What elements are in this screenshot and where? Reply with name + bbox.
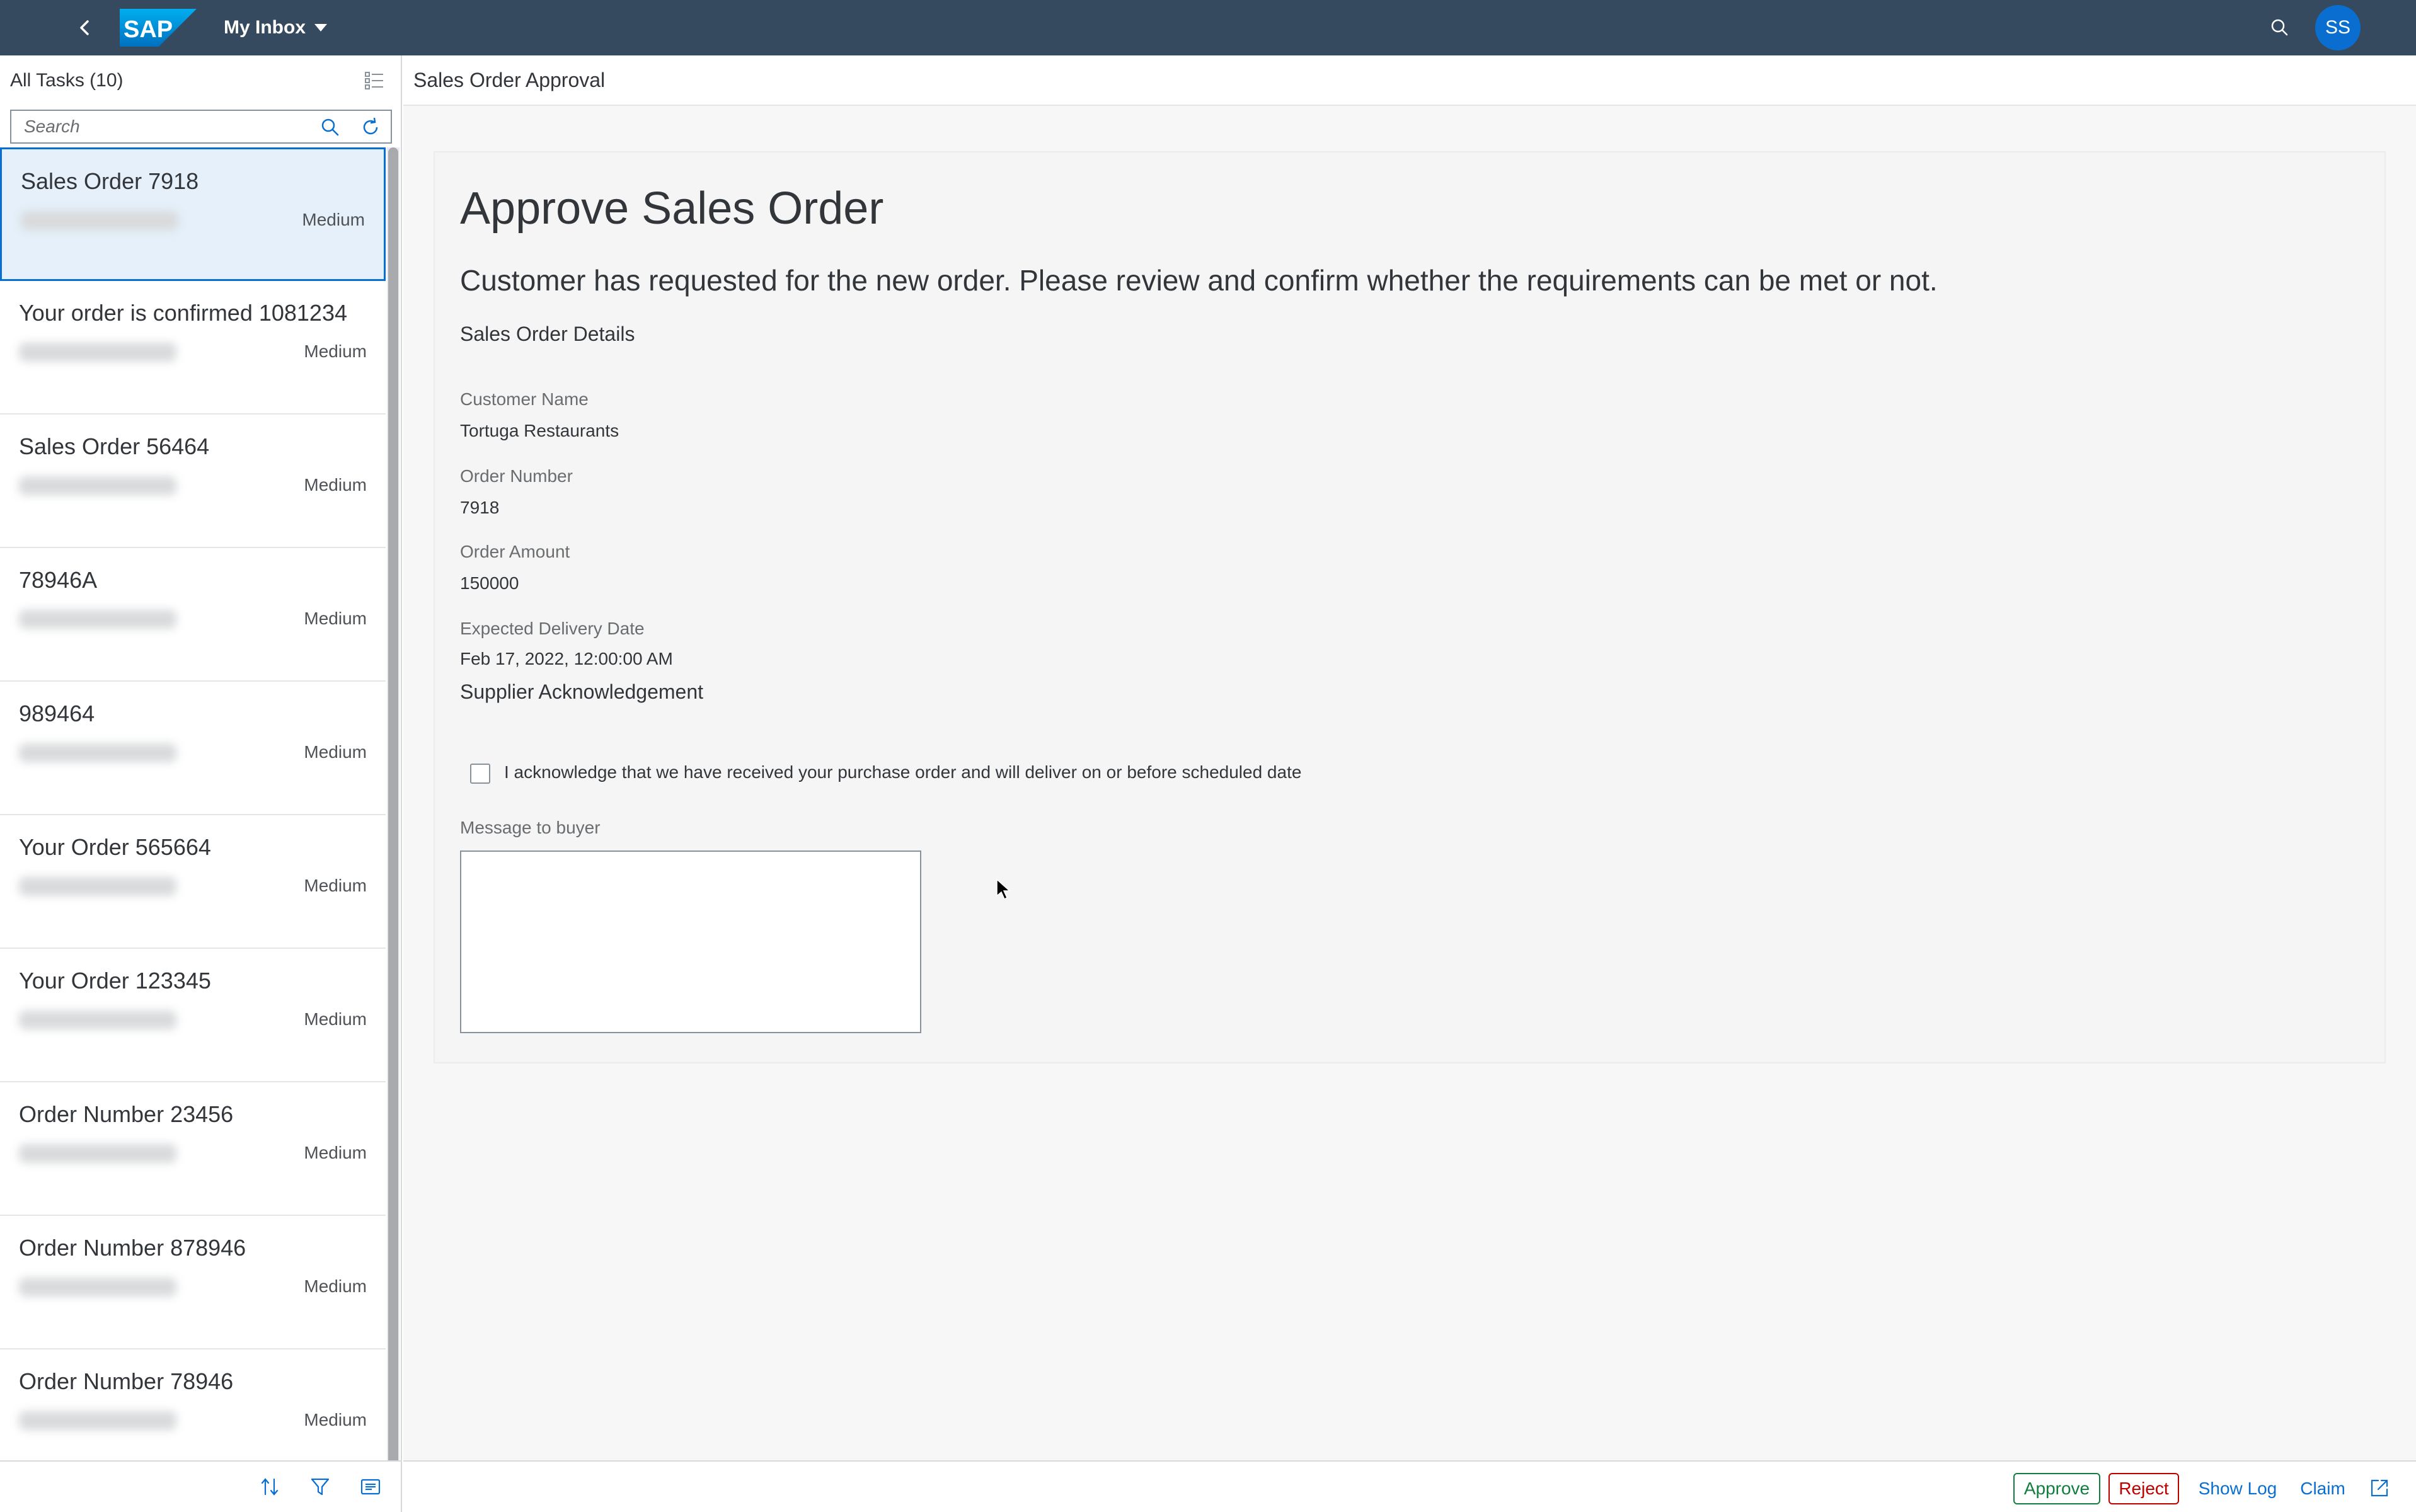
task-item[interactable]: Your order is confirmed 1081234 Medium — [0, 281, 386, 415]
back-arrow-icon[interactable] — [71, 14, 98, 42]
sap-logo-text: SAP — [124, 16, 173, 43]
open-in-new-window-icon[interactable] — [2366, 1474, 2393, 1502]
task-priority: Medium — [304, 876, 367, 895]
user-avatar[interactable]: SS — [2315, 5, 2361, 50]
task-title: Order Number 23456 — [19, 1101, 234, 1127]
task-priority: Medium — [304, 609, 367, 628]
task-subtitle-blurred — [19, 877, 176, 896]
field-value-delivery-date: Feb 17, 2022, 12:00:00 AM — [460, 649, 673, 668]
scrollbar-thumb[interactable] — [388, 147, 398, 1496]
search-icon[interactable] — [2266, 14, 2294, 42]
task-subtitle-blurred — [21, 211, 178, 230]
task-item[interactable]: 989464 Medium — [0, 682, 386, 815]
task-item[interactable]: Order Number 23456 Medium — [0, 1082, 386, 1216]
task-subtitle-blurred — [19, 343, 176, 362]
acknowledge-label[interactable]: I acknowledge that we have received your… — [504, 762, 1301, 782]
task-detail-panel: Sales Order Approval Approve Sales Order… — [403, 55, 2416, 1512]
task-subtitle-blurred — [19, 1011, 176, 1029]
reject-button[interactable]: Reject — [2108, 1473, 2179, 1504]
task-list-header: All Tasks (10) — [0, 55, 401, 106]
section-title-details: Sales Order Details — [460, 323, 635, 345]
task-priority: Medium — [304, 475, 367, 495]
task-priority: Medium — [304, 1143, 367, 1162]
task-item[interactable]: Sales Order 7918 Medium — [0, 147, 386, 281]
task-item[interactable]: Order Number 878946 Medium — [0, 1216, 386, 1349]
task-priority: Medium — [304, 742, 367, 762]
group-icon[interactable] — [357, 1473, 384, 1501]
detail-footer-toolbar: Approve Reject Show Log Claim — [403, 1460, 2416, 1512]
caret-down-icon — [314, 24, 328, 32]
task-priority: Medium — [302, 210, 365, 229]
task-title: Your order is confirmed 1081234 — [19, 300, 347, 326]
sort-icon[interactable] — [256, 1473, 284, 1501]
task-list-scrollbar[interactable] — [387, 147, 400, 1496]
form-title: Approve Sales Order — [460, 183, 884, 234]
field-label-order-number: Order Number — [460, 466, 573, 486]
app-title: My Inbox — [224, 17, 306, 38]
task-item[interactable]: Your Order 123345 Medium — [0, 949, 386, 1082]
task-list-footer — [0, 1460, 401, 1512]
task-title: 989464 — [19, 701, 95, 726]
task-title: Your Order 123345 — [19, 968, 211, 994]
shell-bar: SAP My Inbox SS — [0, 0, 2416, 55]
task-subtitle-blurred — [19, 1144, 176, 1163]
task-list-panel: All Tasks (10) Sales Order 7918 Medium Y… — [0, 55, 402, 1512]
detail-header: Sales Order Approval — [403, 55, 2416, 106]
field-label-order-amount: Order Amount — [460, 542, 570, 561]
multi-select-icon[interactable] — [360, 67, 388, 94]
task-priority: Medium — [304, 341, 367, 361]
show-log-button[interactable]: Show Log — [2193, 1473, 2282, 1504]
task-subtitle-blurred — [19, 1411, 176, 1430]
task-priority: Medium — [304, 1276, 367, 1296]
field-value-order-amount: 150000 — [460, 573, 519, 593]
task-title: Your Order 565664 — [19, 834, 211, 860]
task-count-title: All Tasks (10) — [10, 70, 124, 91]
task-subtitle-blurred — [19, 743, 176, 762]
filter-icon[interactable] — [306, 1473, 334, 1501]
message-label: Message to buyer — [460, 818, 601, 837]
field-value-order-number: 7918 — [460, 498, 500, 517]
task-item[interactable]: 78946A Medium — [0, 548, 386, 682]
field-label-delivery-date: Expected Delivery Date — [460, 619, 645, 638]
task-priority: Medium — [304, 1410, 367, 1429]
task-subtitle-blurred — [19, 476, 176, 495]
field-value-customer-name: Tortuga Restaurants — [460, 421, 619, 440]
task-priority: Medium — [304, 1009, 367, 1029]
task-title: Sales Order 56464 — [19, 433, 210, 459]
task-list: Sales Order 7918 Medium Your order is co… — [0, 147, 386, 1459]
acknowledge-checkbox[interactable] — [470, 764, 490, 784]
search-icon[interactable] — [318, 115, 343, 140]
task-item[interactable]: Sales Order 56464 Medium — [0, 415, 386, 548]
app-title-menu[interactable]: My Inbox — [224, 14, 328, 42]
sap-logo[interactable]: SAP — [120, 9, 197, 47]
task-item[interactable]: Your Order 565664 Medium — [0, 815, 386, 949]
claim-button[interactable]: Claim — [2292, 1473, 2353, 1504]
task-title: Order Number 78946 — [19, 1368, 234, 1394]
task-title: Sales Order 7918 — [21, 168, 199, 194]
task-item[interactable]: Order Number 78946 Medium — [0, 1349, 386, 1459]
task-subtitle-blurred — [19, 1278, 176, 1297]
field-label-customer-name: Customer Name — [460, 389, 589, 409]
search-field — [10, 110, 392, 144]
approve-button[interactable]: Approve — [2013, 1473, 2100, 1504]
task-title: 78946A — [19, 567, 98, 593]
task-title: Order Number 878946 — [19, 1235, 246, 1261]
task-subtitle-blurred — [19, 610, 176, 629]
form-description: Customer has requested for the new order… — [460, 264, 1938, 297]
section-title-acknowledgement: Supplier Acknowledgement — [460, 680, 704, 703]
mouse-pointer-icon — [996, 878, 1011, 900]
search-input[interactable] — [11, 111, 314, 142]
refresh-icon[interactable] — [358, 115, 383, 140]
message-to-buyer-textarea[interactable] — [460, 850, 921, 1033]
